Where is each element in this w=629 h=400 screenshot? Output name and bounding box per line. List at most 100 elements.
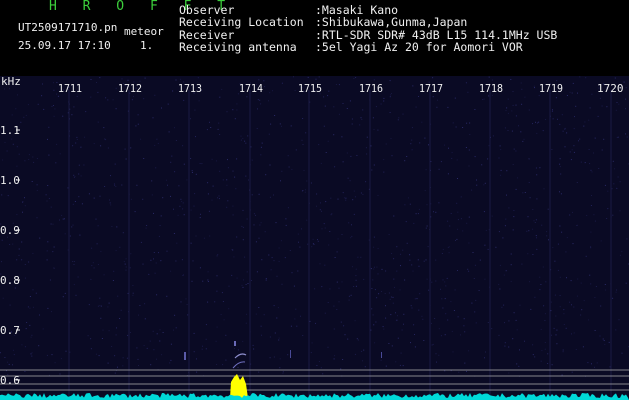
- noise-dot: [18, 254, 20, 256]
- noise-dot: [532, 209, 534, 210]
- noise-dot: [501, 306, 503, 308]
- noise-dot: [46, 200, 48, 202]
- noise-dot: [457, 228, 459, 230]
- noise-dot: [24, 264, 26, 265]
- noise-dot: [360, 192, 362, 194]
- noise-dot: [417, 213, 419, 215]
- noise-dot: [207, 279, 209, 281]
- noise-dot: [619, 181, 621, 183]
- echo-mark: [184, 352, 186, 360]
- noise-dot: [371, 169, 373, 171]
- noise-dot: [115, 87, 117, 89]
- noise-dot: [466, 222, 468, 224]
- noise-dot: [540, 360, 542, 362]
- noise-dot: [409, 203, 411, 205]
- noise-dot: [451, 330, 453, 332]
- noise-dot: [281, 125, 282, 127]
- noise-dot: [293, 285, 295, 287]
- noise-dot: [191, 172, 193, 173]
- noise-dot: [321, 210, 322, 212]
- noise-dot: [370, 145, 372, 147]
- noise-dot: [340, 368, 342, 370]
- noise-dot: [207, 271, 209, 273]
- noise-dot: [253, 348, 255, 350]
- noise-dot: [287, 155, 289, 157]
- noise-dot: [255, 313, 257, 315]
- noise-dot: [436, 106, 438, 108]
- noise-dot: [158, 235, 160, 237]
- noise-dot: [559, 276, 561, 278]
- noise-dot: [90, 338, 92, 340]
- noise-dot: [545, 281, 547, 283]
- noise-dot: [330, 214, 332, 216]
- noise-dot: [114, 355, 116, 357]
- noise-dot: [350, 155, 352, 157]
- noise-dot: [471, 189, 473, 191]
- noise-dot: [451, 152, 453, 154]
- noise-dot: [532, 228, 534, 230]
- noise-dot: [167, 184, 168, 186]
- noise-dot: [333, 134, 335, 136]
- noise-dot: [576, 225, 578, 226]
- noise-dot: [411, 264, 413, 266]
- noise-dot: [515, 319, 517, 321]
- noise-dot: [570, 280, 572, 282]
- noise-dot: [80, 146, 82, 148]
- noise-dot: [293, 76, 294, 78]
- noise-dot: [510, 79, 512, 80]
- noise-dot: [156, 358, 157, 360]
- noise-dot: [436, 361, 437, 363]
- noise-dot: [594, 137, 596, 139]
- noise-dot: [561, 374, 563, 376]
- noise-dot: [625, 108, 626, 110]
- noise-dot: [154, 272, 156, 274]
- noise-dot: [553, 327, 555, 329]
- noise-dot: [491, 328, 493, 330]
- noise-dot: [216, 290, 218, 292]
- noise-dot: [546, 231, 548, 233]
- noise-dot: [391, 155, 393, 157]
- noise-dot: [516, 329, 518, 331]
- noise-dot: [140, 138, 142, 140]
- noise-dot: [601, 149, 603, 151]
- noise-dot: [409, 254, 411, 256]
- noise-dot: [153, 349, 155, 351]
- noise-dot: [431, 322, 432, 324]
- noise-dot: [137, 358, 139, 360]
- noise-dot: [78, 196, 80, 198]
- noise-dot: [181, 200, 183, 202]
- noise-dot: [455, 126, 457, 128]
- noise-dot: [565, 327, 567, 329]
- noise-dot: [169, 362, 171, 364]
- noise-dot: [167, 103, 169, 105]
- noise-dot: [563, 313, 565, 315]
- noise-dot: [207, 281, 209, 282]
- noise-dot: [538, 95, 540, 97]
- noise-dot: [353, 286, 355, 287]
- noise-dot: [51, 105, 53, 107]
- noise-dot: [320, 162, 322, 164]
- noise-dot: [71, 226, 73, 228]
- noise-dot: [122, 357, 124, 359]
- noise-dot: [444, 298, 446, 300]
- noise-dot: [302, 118, 304, 119]
- noise-dot: [599, 97, 601, 99]
- noise-dot: [73, 284, 75, 286]
- noise-dot: [556, 329, 558, 331]
- noise-dot: [195, 173, 197, 175]
- noise-dot: [144, 318, 146, 320]
- noise-dot: [515, 150, 517, 152]
- noise-dot: [23, 116, 25, 118]
- noise-dot: [500, 149, 502, 151]
- noise-dot: [97, 305, 99, 307]
- noise-dot: [56, 93, 58, 95]
- noise-dot: [435, 259, 437, 261]
- noise-dot: [418, 309, 420, 311]
- noise-dot: [324, 105, 326, 107]
- x-tick-label: 1716: [359, 82, 383, 95]
- spectrogram-plot[interactable]: 1711 1712 1713 1714 1715 1716 1717 1718 1719 1720…: [0, 76, 629, 400]
- noise-dot: [271, 257, 273, 259]
- noise-dot: [471, 302, 473, 304]
- noise-dot: [372, 117, 374, 119]
- noise-dot: [502, 237, 504, 239]
